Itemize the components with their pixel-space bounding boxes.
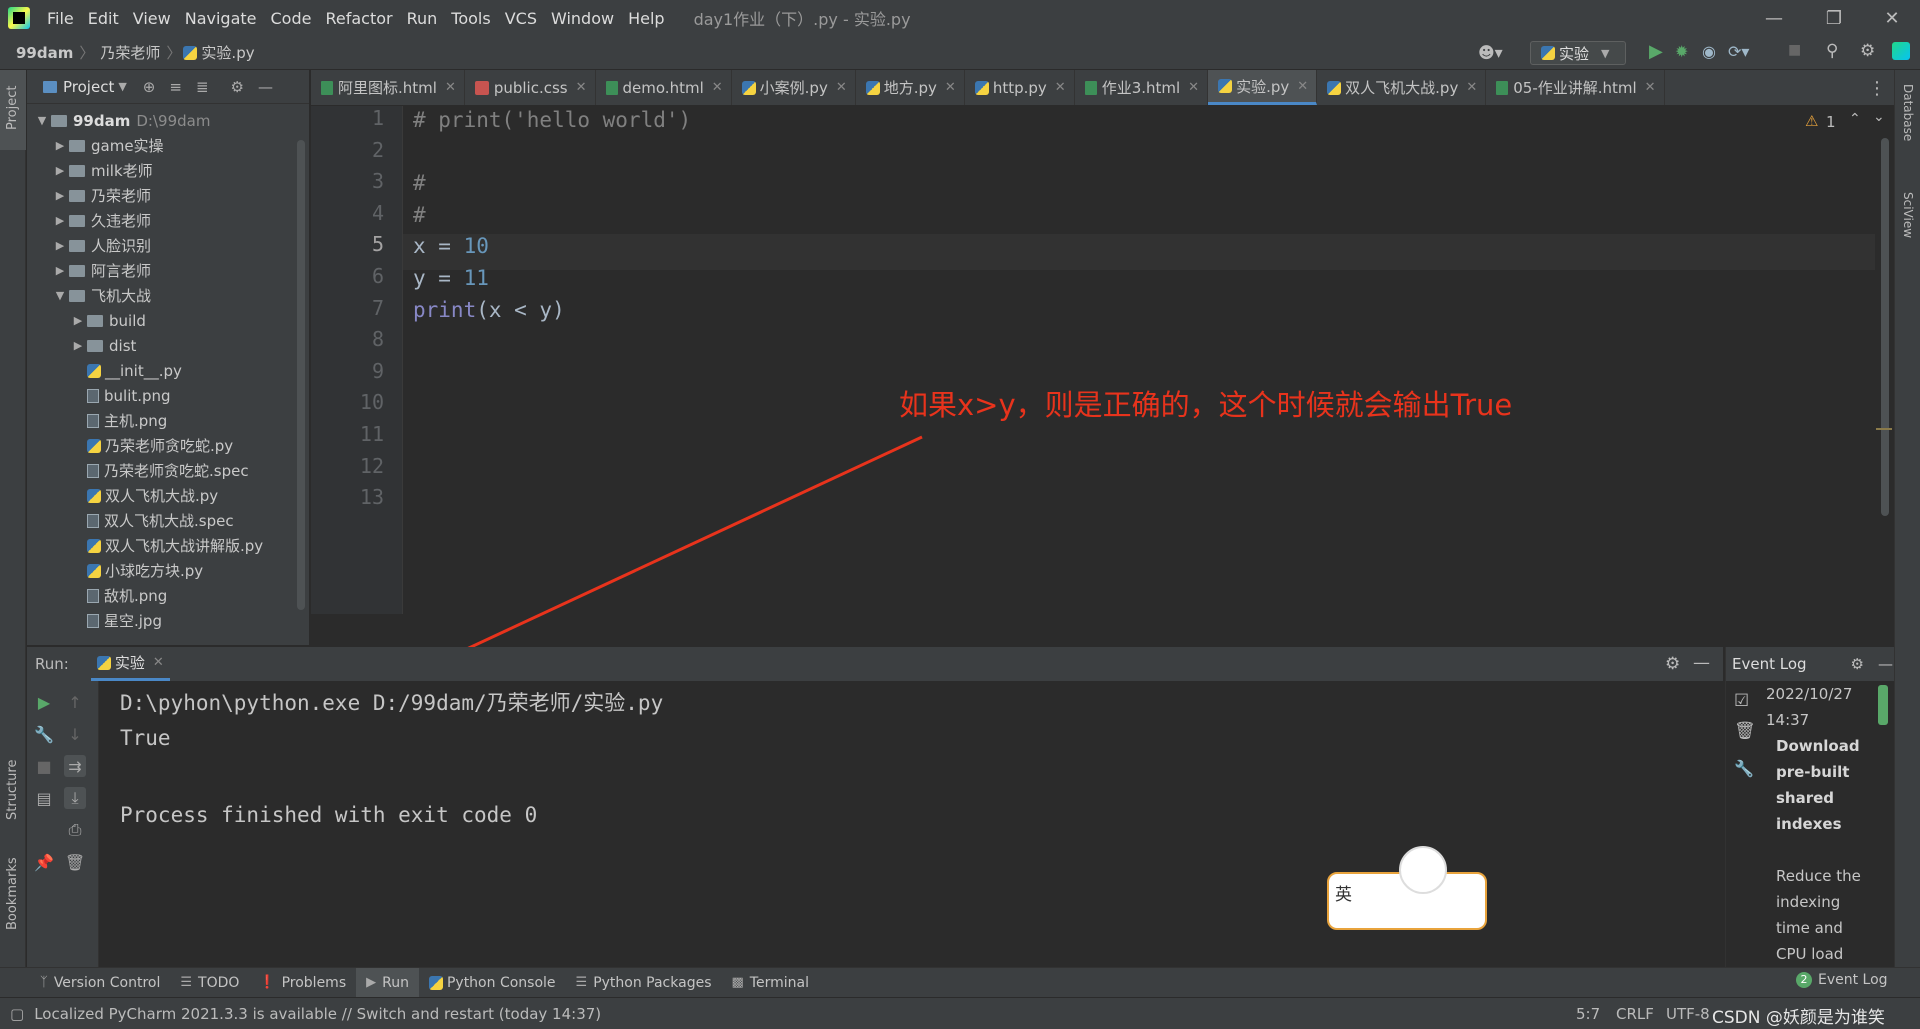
tool-label: Run (382, 974, 409, 991)
run-toolbar: ▶ ↑ 🔧 ↓ ■ ⇉ ▤ ⤓ ⎙ 📌 🗑 (27, 681, 99, 967)
mark-read-icon[interactable]: ☑ (1734, 691, 1749, 711)
event-log-header: Event Log ⚙ — (1726, 647, 1894, 681)
pin-icon[interactable]: 📌 (33, 851, 55, 873)
stop-icon[interactable]: ■ (33, 755, 55, 777)
event-heading-line[interactable]: shared (1776, 785, 1834, 811)
event-body-line: Reduce the (1776, 867, 1861, 885)
file-encoding[interactable]: UTF-8 (1666, 1005, 1710, 1023)
gear-icon[interactable]: ⚙ (1665, 654, 1680, 674)
python-icon (96, 655, 111, 670)
run-tool[interactable]: ▶ Run (356, 967, 419, 998)
event-body-line: indexing (1776, 893, 1841, 911)
event-log-button[interactable]: 2 Event Log (1786, 972, 1898, 988)
status-bar: ▢ Localized PyCharm 2021.3.3 is availabl… (0, 997, 1920, 1029)
wrench-icon[interactable]: 🔧 (33, 723, 55, 745)
console-line: Process finished with exit code 0 (120, 803, 538, 827)
run-panel: Run: 实验 ✕ ⚙ — ▶ ↑ 🔧 ↓ ■ ⇉ ▤ ⤓ ⎙ 📌 🗑 D:\p… (27, 647, 1723, 967)
up-arrow-icon[interactable]: ↑ (64, 691, 86, 713)
tool-label: Problems (281, 974, 347, 991)
trash-icon[interactable]: 🗑 (1734, 721, 1756, 741)
tool-label: Event Log (1818, 972, 1888, 988)
event-count-badge: 2 (1796, 972, 1812, 988)
layout-icon[interactable]: ▤ (33, 787, 55, 809)
event-heading-line[interactable]: indexes (1776, 811, 1842, 837)
event-heading-line[interactable]: pre-built (1776, 759, 1849, 785)
rerun-icon[interactable]: ▶ (33, 691, 55, 713)
list-icon: ☰ (180, 975, 193, 990)
csdn-watermark: CSDN @妖颜是为谁笑 (1712, 1008, 1885, 1028)
gear-icon[interactable]: ⚙ (1851, 655, 1864, 673)
wrench-icon[interactable]: 🔧 (1734, 759, 1754, 778)
event-body-line: time and (1776, 919, 1843, 937)
caret-position[interactable]: 5:7 (1576, 1005, 1600, 1023)
run-panel-header: Run: 实验 ✕ ⚙ — (27, 647, 1723, 681)
event-log-panel: Event Log ⚙ — ☑ 🗑 🔧 2022/10/27 14:37 Dow… (1725, 647, 1894, 967)
close-icon[interactable]: ✕ (153, 655, 164, 670)
bottom-tool-bar: ᛉ Version Control ☰ TODO ❗ Problems ▶ Run Py… (0, 967, 1920, 998)
run-tab-label: 实验 (114, 654, 145, 672)
event-log-title: Event Log (1732, 655, 1807, 673)
event-date: 2022/10/27 (1766, 685, 1853, 703)
tool-label: TODO (198, 974, 240, 991)
branch-icon: ᛉ (40, 975, 48, 990)
trash-icon[interactable]: 🗑 (64, 851, 86, 873)
event-log-scrollbar[interactable] (1878, 685, 1888, 725)
status-icon[interactable]: ▢ (10, 1005, 24, 1023)
hide-panel-icon[interactable]: — (1693, 653, 1710, 673)
python-packages-tool[interactable]: ☰ Python Packages (566, 975, 722, 991)
todo-tool[interactable]: ☰ TODO (170, 975, 249, 991)
console-line: D:\pyhon\python.exe D:/99dam/乃荣老师/实验.py (120, 691, 664, 715)
event-heading-line[interactable]: Download (1776, 733, 1860, 759)
status-message[interactable]: Localized PyCharm 2021.3.3 is available … (34, 1005, 601, 1023)
ime-mascot-sticker: 英 (1327, 846, 1487, 930)
terminal-icon: ▩ (731, 975, 744, 990)
python-console-tool[interactable]: Python Console (419, 975, 566, 991)
hide-panel-icon[interactable]: — (1878, 655, 1893, 673)
down-arrow-icon[interactable]: ↓ (64, 723, 86, 745)
run-icon: ▶ (366, 975, 377, 990)
version-control-tool[interactable]: ᛉ Version Control (30, 975, 170, 991)
tool-label: Python Packages (593, 974, 712, 991)
event-body-line: CPU load (1776, 945, 1844, 963)
info-icon: ❗ (259, 975, 276, 990)
tool-label: Python Console (446, 974, 556, 991)
tool-label: Version Control (53, 974, 161, 991)
mascot-icon (1399, 846, 1447, 894)
run-label: Run: (35, 655, 69, 673)
python-icon (428, 975, 443, 990)
layers-icon: ☰ (575, 975, 588, 990)
ime-language-icon: 英 (1335, 885, 1352, 905)
terminal-tool[interactable]: ▩ Terminal (722, 975, 819, 991)
event-time: 14:37 (1766, 711, 1810, 729)
print-icon[interactable]: ⎙ (64, 819, 86, 841)
scroll-to-end-icon[interactable]: ⤓ (64, 787, 86, 809)
line-separator[interactable]: CRLF (1616, 1005, 1654, 1023)
problems-tool[interactable]: ❗ Problems (249, 975, 356, 991)
console-line: True (120, 726, 171, 750)
soft-wrap-icon[interactable]: ⇉ (64, 755, 86, 777)
run-tab[interactable]: 实验 ✕ (90, 647, 170, 681)
tool-label: Terminal (749, 974, 809, 991)
